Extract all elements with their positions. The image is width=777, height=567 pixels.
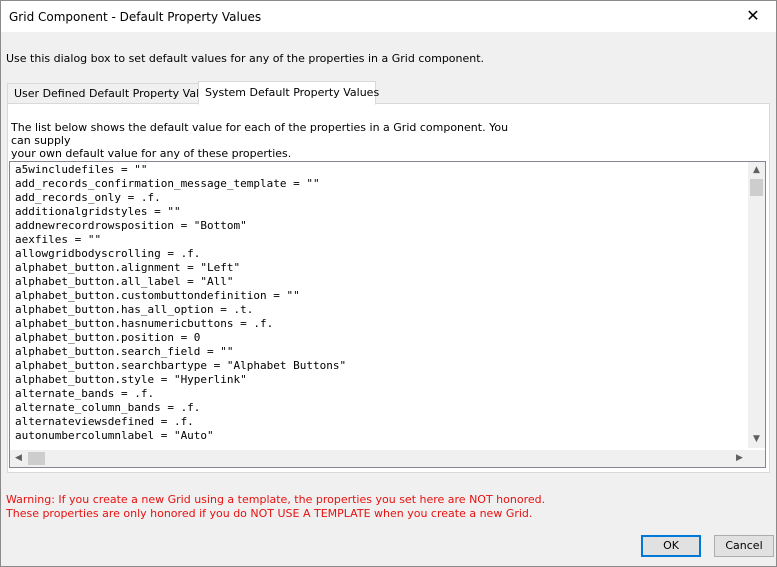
- intro-text: Use this dialog box to set default value…: [6, 52, 485, 65]
- horizontal-scrollbar[interactable]: ◀ ▶: [10, 450, 748, 467]
- property-line[interactable]: alphabet_button.searchbartype = "Alphabe…: [15, 359, 346, 373]
- panel-description: The list below shows the default value f…: [11, 121, 511, 160]
- dialog-window: Grid Component - Default Property Values…: [0, 0, 777, 567]
- property-line[interactable]: alphabet_button.has_all_option = .t.: [15, 303, 346, 317]
- ok-button[interactable]: OK: [641, 535, 701, 557]
- property-line[interactable]: alphabet_button.search_field = "": [15, 345, 346, 359]
- title-bar: Grid Component - Default Property Values…: [1, 1, 776, 32]
- tab-user-defined[interactable]: User Defined Default Property Values: [7, 83, 219, 105]
- property-line[interactable]: addnewrecordrowsposition = "Bottom": [15, 219, 346, 233]
- properties-list[interactable]: a5wincludefiles = "" add_records_confirma…: [9, 161, 766, 468]
- property-line[interactable]: alternate_column_bands = .f.: [15, 401, 346, 415]
- property-line[interactable]: allowgridbodyscrolling = .f.: [15, 247, 346, 261]
- cancel-button[interactable]: Cancel: [714, 535, 774, 557]
- property-line[interactable]: alphabet_button.position = 0: [15, 331, 346, 345]
- vertical-scroll-thumb[interactable]: [750, 179, 763, 196]
- scrollbar-corner: [748, 450, 765, 467]
- window-title: Grid Component - Default Property Values: [9, 10, 262, 24]
- description-line-1: The list below shows the default value f…: [11, 121, 509, 147]
- property-line[interactable]: autonumbercolumnlabel = "Auto": [15, 429, 346, 443]
- property-line[interactable]: alphabet_button.style = "Hyperlink": [15, 373, 346, 387]
- warning-line-1: Warning: If you create a new Grid using …: [6, 493, 546, 506]
- property-line[interactable]: alphabet_button.hasnumericbuttons = .f.: [15, 317, 346, 331]
- tab-panel: The list below shows the default value f…: [7, 103, 770, 473]
- property-line[interactable]: a5wincludefiles = "": [15, 163, 346, 177]
- close-icon[interactable]: ✕: [730, 1, 776, 32]
- property-line[interactable]: alphabet_button.custombuttondefinition =…: [15, 289, 346, 303]
- scroll-down-icon[interactable]: ▼: [748, 431, 765, 448]
- property-line[interactable]: add_records_confirmation_message_templat…: [15, 177, 346, 191]
- property-line[interactable]: alternateviewsdefined = .f.: [15, 415, 346, 429]
- property-line[interactable]: add_records_only = .f.: [15, 191, 346, 205]
- horizontal-scroll-thumb[interactable]: [28, 452, 45, 465]
- scroll-up-icon[interactable]: ▲: [748, 162, 765, 179]
- property-line[interactable]: alphabet_button.alignment = "Left": [15, 261, 346, 275]
- property-line[interactable]: additionalgridstyles = "": [15, 205, 346, 219]
- description-line-2: your own default value for any of these …: [11, 147, 292, 160]
- tab-system-default[interactable]: System Default Property Values: [198, 81, 379, 105]
- properties-lines: a5wincludefiles = "" add_records_confirma…: [15, 163, 346, 443]
- vertical-scrollbar[interactable]: ▲ ▼: [748, 162, 765, 448]
- scroll-right-icon[interactable]: ▶: [731, 450, 748, 467]
- property-line[interactable]: alphabet_button.all_label = "All": [15, 275, 346, 289]
- scroll-left-icon[interactable]: ◀: [10, 450, 27, 467]
- warning-line-2: These properties are only honored if you…: [6, 507, 533, 520]
- property-line[interactable]: alternate_bands = .f.: [15, 387, 346, 401]
- warning-message: Warning: If you create a new Grid using …: [6, 493, 545, 521]
- property-line[interactable]: aexfiles = "": [15, 233, 346, 247]
